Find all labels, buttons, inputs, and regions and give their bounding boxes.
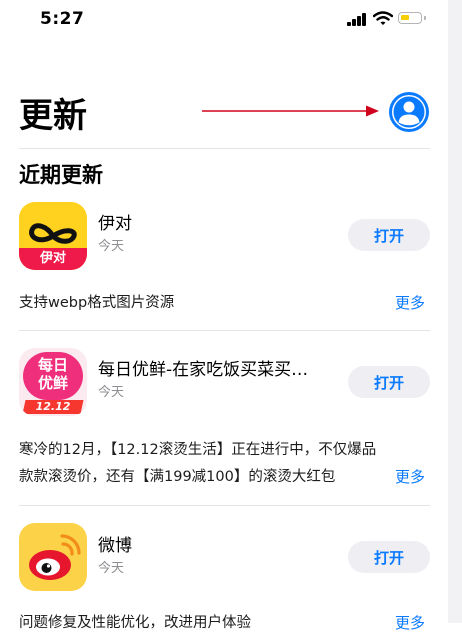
row-divider — [19, 505, 430, 506]
app-icon-weibo[interactable] — [19, 523, 87, 591]
update-date: 今天 — [98, 561, 125, 576]
row-divider — [19, 330, 430, 331]
app-icon-yidui[interactable]: 伊对 — [19, 202, 87, 270]
icon-badge-text: 12.12 — [35, 400, 71, 413]
battery-icon — [398, 12, 426, 24]
text-fade — [330, 466, 392, 492]
icon-label: 伊对 — [39, 251, 66, 266]
page-title: 更新 — [19, 96, 87, 136]
release-notes-weibo: 问题修复及性能优化，改进用户体验 — [19, 615, 251, 631]
section-title: 近期更新 — [19, 163, 103, 187]
release-notes-line: 寒冷的12月，【12.12滚烫生活】正在进行中，不仅爆品 — [19, 442, 377, 458]
app-name-yidui[interactable]: 伊对 — [98, 212, 132, 236]
update-date: 今天 — [98, 385, 125, 400]
header-divider — [19, 148, 430, 149]
status-time: 5:27 — [40, 9, 85, 29]
app-name-missfresh[interactable]: 每日优鲜-在家吃饭买菜买… — [98, 358, 308, 382]
status-bar: 5:27 — [0, 0, 448, 40]
weibo-logo-icon — [29, 534, 81, 580]
app-icon-missfresh[interactable]: 每日 优鲜 12.12 — [19, 348, 87, 416]
annotation-arrow-icon — [202, 105, 379, 117]
icon-text-top: 每日 — [37, 356, 68, 374]
icon-text-middle: 优鲜 — [37, 374, 68, 392]
more-link-missfresh[interactable]: 更多 — [395, 467, 425, 487]
person-icon — [389, 92, 429, 132]
cellular-signal-icon — [347, 12, 369, 26]
release-notes-yidui: 支持webp格式图片资源 — [19, 295, 175, 311]
more-link-weibo[interactable]: 更多 — [395, 613, 425, 633]
account-avatar-button[interactable] — [388, 91, 430, 133]
open-button-missfresh[interactable]: 打开 — [348, 366, 430, 398]
screen-edge — [448, 0, 462, 623]
open-button-weibo[interactable]: 打开 — [348, 541, 430, 573]
update-date: 今天 — [98, 239, 125, 254]
more-link-yidui[interactable]: 更多 — [395, 293, 425, 313]
app-name-weibo[interactable]: 微博 — [98, 534, 132, 558]
open-button-yidui[interactable]: 打开 — [348, 219, 430, 251]
wifi-icon — [373, 11, 393, 25]
